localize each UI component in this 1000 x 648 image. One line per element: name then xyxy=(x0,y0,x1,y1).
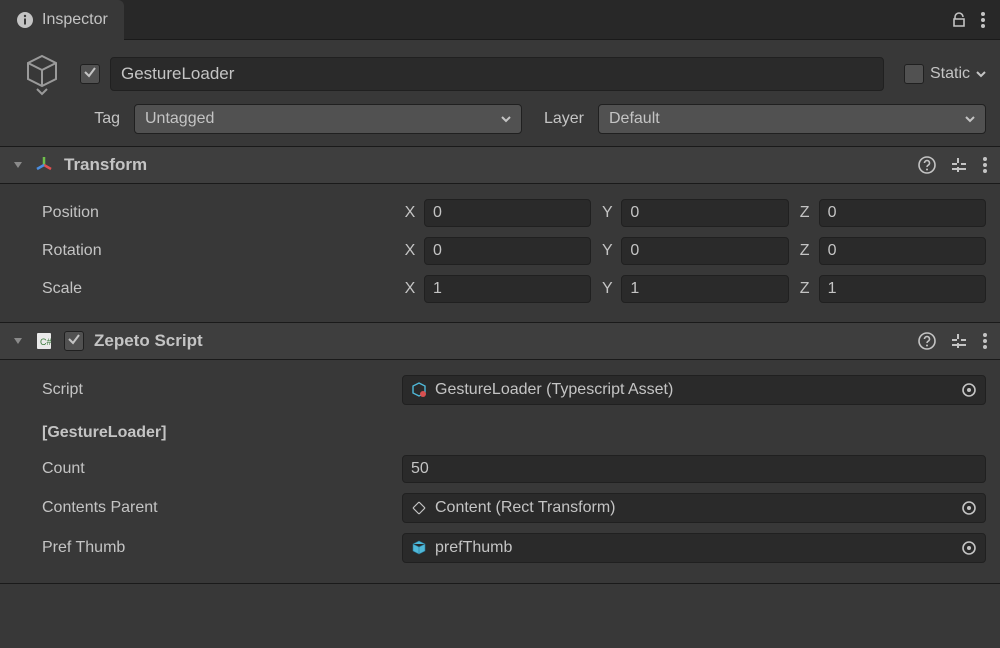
transform-body: Position X Y Z Rotation X Y Z Scale X Y … xyxy=(0,184,1000,322)
pref-thumb-value: prefThumb xyxy=(435,539,512,557)
zepeto-script-body: Script GestureLoader (Typescript Asset) … xyxy=(0,360,1000,582)
object-picker-icon[interactable] xyxy=(961,540,977,556)
scale-label: Scale xyxy=(14,280,394,298)
script-value: GestureLoader (Typescript Asset) xyxy=(435,381,673,399)
pref-thumb-row: Pref Thumb prefThumb xyxy=(14,528,986,568)
prefab-icon xyxy=(411,540,427,556)
gameobject-name-input[interactable] xyxy=(110,57,884,91)
tab-bar: Inspector xyxy=(0,0,1000,40)
tab-title: Inspector xyxy=(42,11,108,29)
contents-parent-label: Contents Parent xyxy=(14,499,394,517)
x-label: X xyxy=(402,242,418,260)
chevron-down-icon[interactable] xyxy=(36,88,48,96)
kebab-menu-icon[interactable] xyxy=(980,11,986,29)
foldout-icon[interactable] xyxy=(12,160,24,170)
gameobject-icon[interactable] xyxy=(22,52,62,92)
tag-layer-row: Tag Untagged Layer Default xyxy=(0,100,1000,146)
preset-icon[interactable] xyxy=(950,156,968,174)
layer-value: Default xyxy=(609,110,660,128)
kebab-menu-icon[interactable] xyxy=(982,332,988,350)
tag-value: Untagged xyxy=(145,110,214,128)
chevron-down-icon xyxy=(501,116,511,123)
y-label: Y xyxy=(599,242,615,260)
tag-label: Tag xyxy=(70,110,126,128)
contents-parent-field[interactable]: Content (Rect Transform) xyxy=(402,493,986,523)
tag-dropdown[interactable]: Untagged xyxy=(134,104,522,134)
z-label: Z xyxy=(797,280,813,298)
object-picker-icon[interactable] xyxy=(961,382,977,398)
rotation-y-input[interactable] xyxy=(621,237,788,265)
position-row: Position X Y Z xyxy=(14,194,986,232)
pref-thumb-field[interactable]: prefThumb xyxy=(402,533,986,563)
component-enabled-checkbox[interactable] xyxy=(64,331,84,351)
rotation-label: Rotation xyxy=(14,242,394,260)
gesture-loader-section-label: [GestureLoader] xyxy=(14,410,986,450)
rotation-row: Rotation X Y Z xyxy=(14,232,986,270)
position-x-input[interactable] xyxy=(424,199,591,227)
scale-row: Scale X Y Z xyxy=(14,270,986,308)
info-icon xyxy=(16,11,34,29)
foldout-icon[interactable] xyxy=(12,336,24,346)
y-label: Y xyxy=(599,280,615,298)
end-divider xyxy=(0,582,1000,584)
inspector-tab[interactable]: Inspector xyxy=(0,0,124,40)
x-label: X xyxy=(402,280,418,298)
rotation-z-input[interactable] xyxy=(819,237,986,265)
transform-header[interactable]: Transform xyxy=(0,146,1000,184)
z-label: Z xyxy=(797,204,813,222)
z-label: Z xyxy=(797,242,813,260)
scale-x-input[interactable] xyxy=(424,275,591,303)
scale-z-input[interactable] xyxy=(819,275,986,303)
gameobject-header: Static xyxy=(0,40,1000,100)
script-label: Script xyxy=(14,381,394,399)
count-row: Count xyxy=(14,450,986,488)
transform-icon xyxy=(34,155,54,175)
rotation-x-input[interactable] xyxy=(424,237,591,265)
svg-text:C#: C# xyxy=(40,337,52,347)
chevron-down-icon xyxy=(965,116,975,123)
count-label: Count xyxy=(14,460,394,478)
typescript-asset-icon xyxy=(411,382,427,398)
zepeto-script-header[interactable]: C# Zepeto Script xyxy=(0,322,1000,360)
layer-dropdown[interactable]: Default xyxy=(598,104,986,134)
rect-transform-icon xyxy=(411,500,427,516)
check-icon xyxy=(67,332,81,351)
y-label: Y xyxy=(599,204,615,222)
help-icon[interactable] xyxy=(918,332,936,350)
script-object-field[interactable]: GestureLoader (Typescript Asset) xyxy=(402,375,986,405)
x-label: X xyxy=(402,204,418,222)
check-icon xyxy=(83,65,97,84)
layer-label: Layer xyxy=(530,110,590,128)
chevron-down-icon[interactable] xyxy=(976,71,986,78)
transform-title: Transform xyxy=(64,155,147,175)
preset-icon[interactable] xyxy=(950,332,968,350)
static-label: Static xyxy=(930,65,970,83)
object-picker-icon[interactable] xyxy=(961,500,977,516)
position-z-input[interactable] xyxy=(819,199,986,227)
contents-parent-value: Content (Rect Transform) xyxy=(435,499,616,517)
contents-parent-row: Contents Parent Content (Rect Transform) xyxy=(14,488,986,528)
scale-y-input[interactable] xyxy=(621,275,788,303)
script-icon: C# xyxy=(34,331,54,351)
enabled-checkbox[interactable] xyxy=(80,64,100,84)
zepeto-script-title: Zepeto Script xyxy=(94,331,203,351)
pref-thumb-label: Pref Thumb xyxy=(14,539,394,557)
count-input[interactable] xyxy=(402,455,986,483)
kebab-menu-icon[interactable] xyxy=(982,156,988,174)
lock-icon[interactable] xyxy=(950,11,968,29)
position-label: Position xyxy=(14,204,394,222)
position-y-input[interactable] xyxy=(621,199,788,227)
script-row: Script GestureLoader (Typescript Asset) xyxy=(14,370,986,410)
static-checkbox[interactable] xyxy=(904,64,924,84)
help-icon[interactable] xyxy=(918,156,936,174)
